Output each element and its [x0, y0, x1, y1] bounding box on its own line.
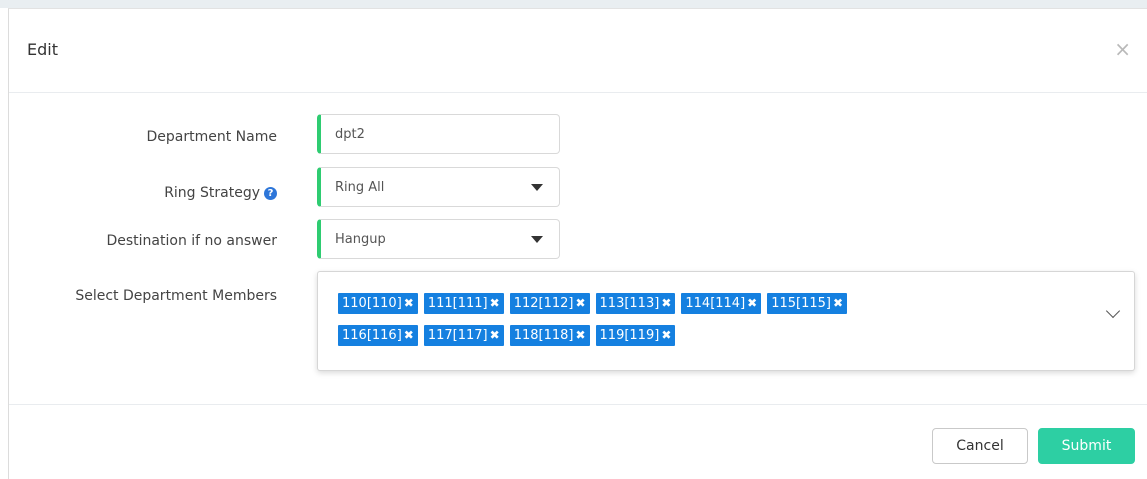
member-tag: 113[113] ✖	[595, 293, 676, 314]
remove-tag-icon[interactable]: ✖	[490, 328, 500, 342]
members-multiselect[interactable]: 110[110] ✖ 111[111] ✖ 112[112] ✖ 113[113] ✖ 114[…	[317, 271, 1135, 371]
member-tag-label: 118[118]	[513, 328, 574, 343]
member-tag-label: 112[112]	[513, 296, 574, 311]
member-tag-label: 117[117]	[427, 328, 488, 343]
remove-tag-icon[interactable]: ✖	[404, 328, 414, 342]
destination-value: Hangup	[335, 232, 386, 247]
remove-tag-icon[interactable]: ✖	[575, 296, 585, 310]
member-tags: 110[110] ✖ 111[111] ✖ 112[112] ✖ 113[113] ✖ 114[…	[338, 292, 1058, 356]
member-tag: 112[112] ✖	[509, 293, 590, 314]
ring-strategy-label-row: Ring Strategy?	[17, 185, 277, 201]
member-tag: 117[117] ✖	[423, 325, 504, 346]
member-tag-label: 116[116]	[342, 328, 402, 343]
chevron-down-icon[interactable]	[1105, 303, 1121, 319]
member-tag-label: 115[115]	[771, 296, 831, 311]
caret-down-icon	[531, 184, 543, 191]
department-name-value: dpt2	[335, 127, 365, 142]
member-tag: 114[114] ✖	[681, 293, 762, 314]
member-tag-label: 111[111]	[427, 296, 488, 311]
member-tag: 115[115] ✖	[767, 293, 848, 314]
footer-divider	[9, 404, 1147, 405]
remove-tag-icon[interactable]: ✖	[833, 296, 843, 310]
member-tag: 111[111] ✖	[423, 293, 504, 314]
member-tag: 116[116] ✖	[338, 325, 418, 346]
remove-tag-icon[interactable]: ✖	[661, 328, 671, 342]
remove-tag-icon[interactable]: ✖	[404, 296, 414, 310]
ring-strategy-value: Ring All	[335, 180, 385, 195]
destination-label: Destination if no answer	[106, 233, 277, 249]
dialog-title: Edit	[27, 40, 58, 59]
edit-dialog: Edit × Department Name dpt2 Ring Strateg…	[8, 8, 1147, 479]
submit-button[interactable]: Submit	[1038, 428, 1135, 464]
department-name-label: Department Name	[146, 129, 277, 145]
remove-tag-icon[interactable]: ✖	[747, 296, 757, 310]
member-tag-label: 110[110]	[342, 296, 402, 311]
member-tag-label: 119[119]	[599, 328, 660, 343]
caret-down-icon	[531, 236, 543, 243]
ring-strategy-select[interactable]: Ring All	[317, 167, 560, 207]
member-tag: 119[119] ✖	[595, 325, 676, 346]
member-tag: 110[110] ✖	[338, 293, 418, 314]
department-name-input[interactable]: dpt2	[317, 114, 560, 154]
destination-select[interactable]: Hangup	[317, 219, 560, 259]
backdrop	[0, 0, 1147, 8]
remove-tag-icon[interactable]: ✖	[490, 296, 500, 310]
ring-strategy-label: Ring Strategy	[164, 185, 260, 201]
remove-tag-icon[interactable]: ✖	[575, 328, 585, 342]
dialog-header: Edit ×	[9, 9, 1147, 93]
cancel-button[interactable]: Cancel	[932, 428, 1028, 464]
close-icon[interactable]: ×	[1114, 39, 1131, 59]
members-label: Select Department Members	[75, 288, 277, 304]
member-tag-label: 113[113]	[599, 296, 660, 311]
member-tag-label: 114[114]	[685, 296, 746, 311]
question-circle-icon[interactable]: ?	[264, 187, 277, 200]
member-tag: 118[118] ✖	[509, 325, 590, 346]
remove-tag-icon[interactable]: ✖	[661, 296, 671, 310]
